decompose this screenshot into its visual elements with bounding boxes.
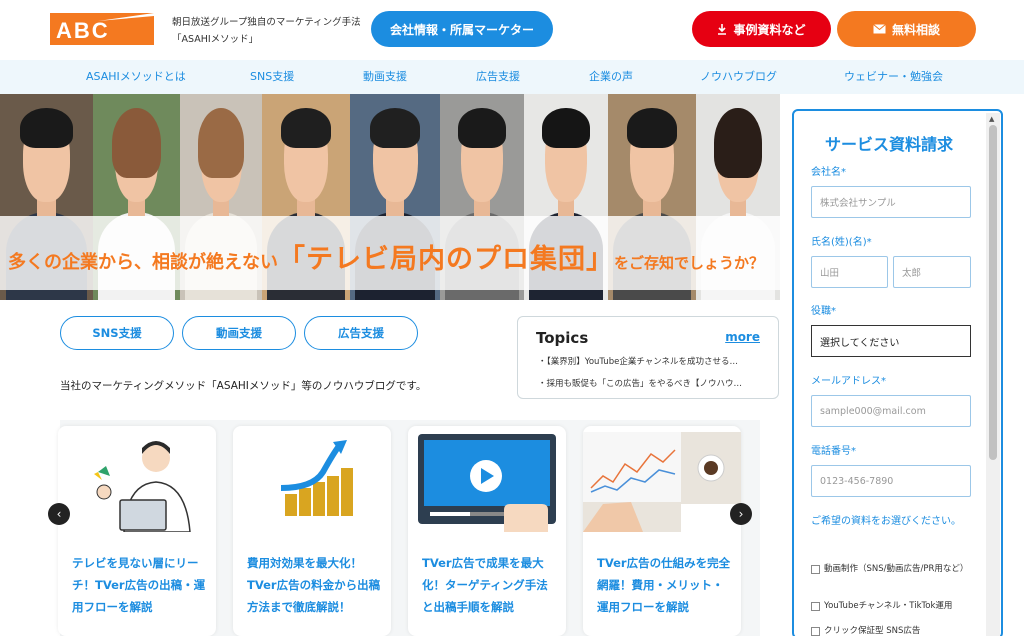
materials-label: ご希望の資料をお選びください。 bbox=[811, 516, 961, 527]
main-nav: ASAHIメソッドとは SNS支援 動画支援 広告支援 企業の声 ノウハウブログ… bbox=[0, 60, 1024, 94]
category-button-sns[interactable]: SNS支援 bbox=[60, 316, 174, 350]
phone-label: 電話番号* bbox=[811, 446, 856, 457]
form-scrollbar[interactable]: ▲ bbox=[986, 113, 1000, 636]
checkbox[interactable] bbox=[811, 602, 820, 611]
hero-headline: 多くの企業から、相談が絶えない「テレビ局内のプロ集団」をご存知でしょうか？ bbox=[8, 237, 764, 276]
name-label: 氏名(姓)(名)* bbox=[811, 237, 872, 248]
blog-card-image bbox=[408, 432, 566, 532]
blog-card-image bbox=[583, 432, 741, 532]
topic-item[interactable]: ・採用も販促も「この広告」をやるべき【ノウハウ… bbox=[538, 377, 766, 389]
scrollbar-thumb[interactable] bbox=[989, 125, 997, 460]
nav-item-asahi-method[interactable]: ASAHIメソッドとは bbox=[86, 60, 186, 94]
checkbox[interactable] bbox=[811, 565, 820, 574]
blog-card[interactable]: 費用対効果を最大化！TVer広告の料金から出稿方法まで徹底解説！ bbox=[233, 426, 391, 636]
growth-chart-illustration bbox=[280, 440, 353, 516]
company-info-label: 会社情報・所属マーケター bbox=[389, 22, 534, 37]
video-player-illustration bbox=[418, 434, 556, 532]
carousel-prev-button[interactable]: ‹ bbox=[48, 503, 70, 525]
scroll-up-icon[interactable]: ▲ bbox=[989, 115, 994, 123]
nav-item-ads[interactable]: 広告支援 bbox=[476, 60, 520, 94]
blog-card[interactable]: TVer広告の仕組みを完全網羅！費用・メリット・運用フローを解説 bbox=[583, 426, 741, 636]
email-label: メールアドレス* bbox=[811, 376, 886, 387]
document-request-form: サービス資料請求 会社名* 株式会社サンプル 氏名(姓)(名)* 山田 太郎 役… bbox=[792, 109, 1003, 636]
topics-more-link[interactable]: more bbox=[725, 330, 760, 344]
material-checkbox-row[interactable]: YouTubeチャンネル・TikTok運用 bbox=[811, 600, 981, 612]
tagline-line2: 「ASAHIメソッド」 bbox=[172, 34, 259, 45]
site-header: ABC 朝日放送グループ独自のマーケティング手法 「ASAHIメソッド」 会社情… bbox=[0, 0, 1024, 60]
nav-item-video[interactable]: 動画支援 bbox=[363, 60, 407, 94]
page: ABC 朝日放送グループ独自のマーケティング手法 「ASAHIメソッド」 会社情… bbox=[0, 0, 1024, 636]
nav-item-webinar[interactable]: ウェビナー・勉強会 bbox=[844, 60, 943, 94]
company-input[interactable]: 株式会社サンプル bbox=[811, 186, 971, 218]
analytics-desk-photo bbox=[583, 432, 741, 532]
blog-intro-text: 当社のマーケティングメソッド「ASAHIメソッド」等のノウハウブログです。 bbox=[60, 380, 427, 392]
blog-card-title: テレビを見ない層にリーチ！TVer広告の出稿・運用フローを解説 bbox=[72, 556, 206, 614]
topics-box: Topics more ・【業界別】YouTube企業チャンネルを成功させる… … bbox=[517, 316, 779, 399]
blog-card-title: TVer広告の仕組みを完全網羅！費用・メリット・運用フローを解説 bbox=[597, 556, 731, 614]
email-input[interactable]: sample000@mail.com bbox=[811, 395, 971, 427]
category-button-ads[interactable]: 広告支援 bbox=[304, 316, 418, 350]
topics-title: Topics bbox=[536, 329, 589, 347]
nav-item-blog[interactable]: ノウハウブログ bbox=[700, 60, 777, 94]
hero-headline-part1: 多くの企業から、相談が絶えない bbox=[8, 252, 278, 273]
nav-item-voices[interactable]: 企業の声 bbox=[589, 60, 633, 94]
form-title: サービス資料請求 bbox=[824, 135, 953, 154]
checkbox-label: クリック保証型 SNS広告 bbox=[824, 626, 921, 636]
case-docs-label: 事例資料など bbox=[733, 22, 806, 37]
blog-card-title: TVer広告で成果を最大化！ターゲティング手法と出稿手順を解説 bbox=[422, 556, 548, 614]
free-consult-button[interactable]: 無料相談 bbox=[837, 11, 976, 47]
material-checkbox-row[interactable]: 動画制作（SNS/動画広告/PR用など） bbox=[811, 563, 981, 575]
blog-card[interactable]: TVer広告で成果を最大化！ターゲティング手法と出稿手順を解説 bbox=[408, 426, 566, 636]
abc-logo[interactable]: ABC bbox=[50, 13, 154, 45]
category-button-video[interactable]: 動画支援 bbox=[182, 316, 296, 350]
phone-input[interactable]: 0123-456-7890 bbox=[811, 465, 971, 497]
last-name-input[interactable]: 山田 bbox=[811, 256, 888, 288]
material-checkbox-row[interactable]: クリック保証型 SNS広告 bbox=[811, 625, 981, 636]
tagline: 朝日放送グループ独自のマーケティング手法 「ASAHIメソッド」 bbox=[172, 14, 361, 48]
role-label: 役職* bbox=[811, 306, 836, 317]
company-label: 会社名* bbox=[811, 167, 846, 178]
person-laptop-illustration bbox=[94, 441, 191, 532]
nav-item-sns[interactable]: SNS支援 bbox=[250, 60, 294, 94]
tagline-line1: 朝日放送グループ独自のマーケティング手法 bbox=[172, 17, 361, 28]
hero-headline-part3: をご存知でしょうか？ bbox=[614, 254, 765, 272]
company-info-button[interactable]: 会社情報・所属マーケター bbox=[371, 11, 553, 47]
checkbox-label: 動画制作（SNS/動画広告/PR用など） bbox=[824, 564, 969, 574]
blog-card-image bbox=[58, 432, 216, 532]
topic-item[interactable]: ・【業界別】YouTube企業チャンネルを成功させる… bbox=[538, 355, 766, 367]
checkbox-label: YouTubeチャンネル・TikTok運用 bbox=[824, 601, 953, 611]
blog-card-title: 費用対効果を最大化！TVer広告の料金から出稿方法まで徹底解説！ bbox=[247, 556, 381, 614]
free-consult-label: 無料相談 bbox=[891, 22, 940, 37]
mail-icon bbox=[873, 24, 886, 34]
carousel-next-button[interactable]: › bbox=[730, 503, 752, 525]
checkbox[interactable] bbox=[811, 627, 820, 636]
blog-card[interactable]: テレビを見ない層にリーチ！TVer広告の出稿・運用フローを解説 bbox=[58, 426, 216, 636]
hero-headline-part2: 「テレビ局内のプロ集団」 bbox=[278, 244, 614, 275]
role-select[interactable]: 選択してください bbox=[811, 325, 971, 357]
first-name-input[interactable]: 太郎 bbox=[893, 256, 971, 288]
logo-text: ABC bbox=[56, 18, 110, 43]
case-docs-button[interactable]: 事例資料など bbox=[692, 11, 831, 47]
blog-card-image bbox=[233, 432, 391, 532]
download-icon bbox=[718, 23, 727, 35]
